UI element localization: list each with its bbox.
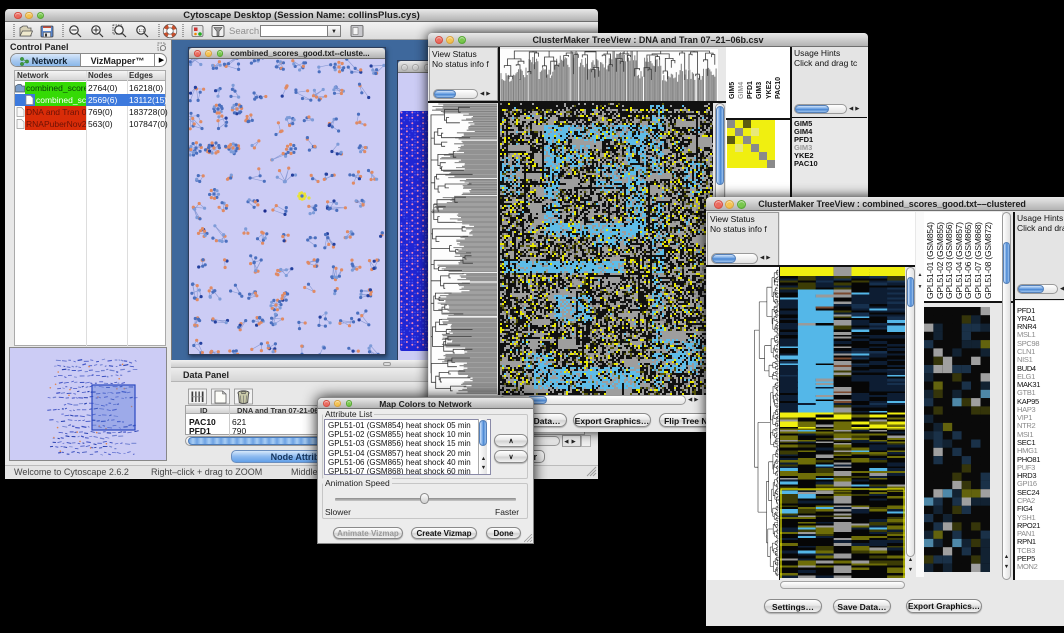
svg-text:1:1: 1:1 (139, 28, 146, 33)
